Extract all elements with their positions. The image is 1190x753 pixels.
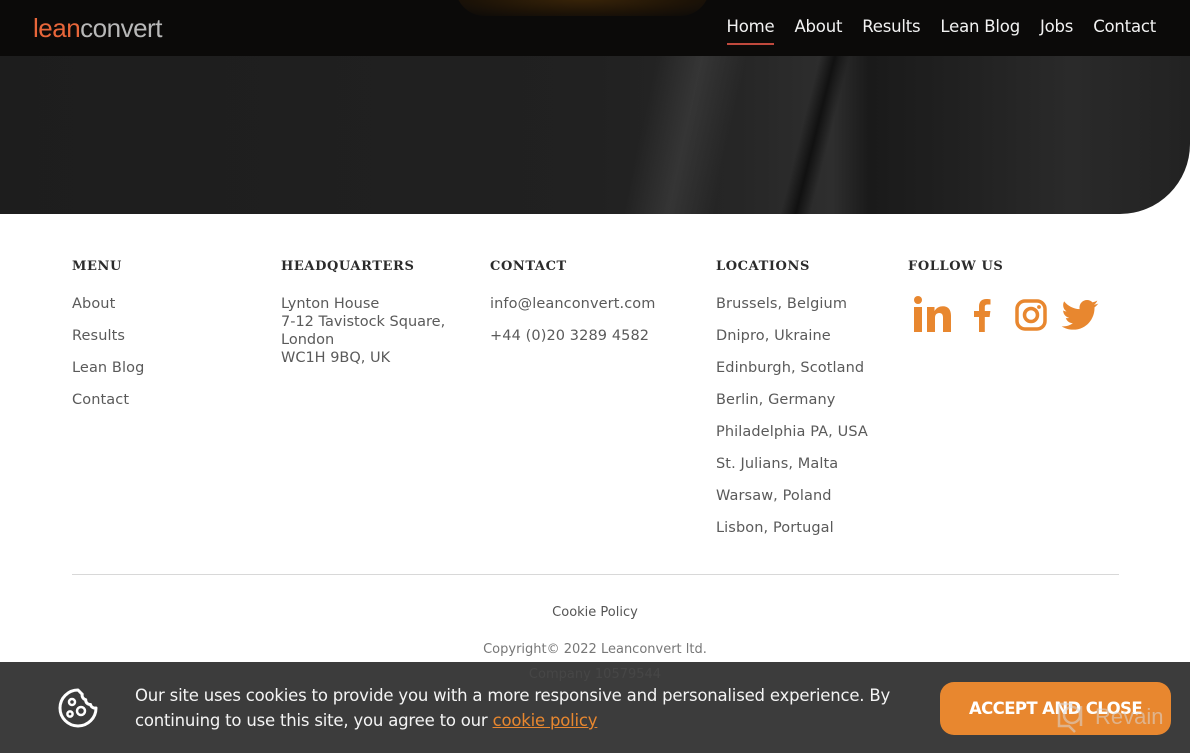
location-item: Warsaw, Poland xyxy=(716,488,832,504)
location-item: Berlin, Germany xyxy=(716,392,836,408)
hq-address-line: WC1H 9BQ, UK xyxy=(281,350,391,366)
copyright-text: Copyright© 2022 Leanconvert ltd. xyxy=(483,642,707,657)
nav-results[interactable]: Results xyxy=(862,17,920,45)
footer-divider xyxy=(72,574,1119,575)
footer-contact: CONTACT info@leanconvert.com +44 (0)20 3… xyxy=(490,258,655,359)
footer-link-about[interactable]: About xyxy=(72,295,144,313)
footer-headquarters: HEADQUARTERS Lynton House 7-12 Tavistock… xyxy=(281,258,445,367)
revain-watermark: Revain xyxy=(1055,700,1163,734)
instagram-icon xyxy=(1015,299,1047,331)
social-links xyxy=(908,295,1108,335)
hero-fabric-shadow xyxy=(775,56,855,214)
cookie-message: Our site uses cookies to provide you wit… xyxy=(135,683,895,733)
footer-link-results[interactable]: Results xyxy=(72,327,144,345)
logo-lean: lean xyxy=(33,13,81,43)
site-logo[interactable]: leanconvert xyxy=(33,13,162,44)
contact-email-link[interactable]: info@leanconvert.com xyxy=(490,295,655,313)
location-item: Philadelphia PA, USA xyxy=(716,424,868,440)
facebook-icon xyxy=(974,299,991,332)
location-item: Lisbon, Portugal xyxy=(716,520,834,536)
cookie-icon xyxy=(58,688,98,728)
nav-contact[interactable]: Contact xyxy=(1093,17,1156,45)
footer-follow-us: FOLLOW US xyxy=(908,258,1108,335)
nav-lean-blog[interactable]: Lean Blog xyxy=(940,17,1020,45)
cookie-policy-inline-link[interactable]: cookie policy xyxy=(493,711,598,730)
footer-menu: MENU About Results Lean Blog Contact xyxy=(72,258,144,423)
footer-contact-title: CONTACT xyxy=(490,259,567,274)
hero-image xyxy=(0,56,1190,214)
footer-hq-title: HEADQUARTERS xyxy=(281,259,415,274)
footer-locations: LOCATIONS Brussels, Belgium Dnipro, Ukra… xyxy=(716,258,868,551)
twitter-icon xyxy=(1061,300,1099,330)
hero-fabric-highlight xyxy=(618,56,752,214)
instagram-link[interactable] xyxy=(1008,295,1058,335)
header-glow-decoration xyxy=(455,0,710,16)
linkedin-link[interactable] xyxy=(908,295,958,335)
facebook-link[interactable] xyxy=(958,295,1008,335)
revain-watermark-label: Revain xyxy=(1095,704,1164,729)
company-number-text: Company 10579544 xyxy=(528,667,662,682)
contact-phone-link[interactable]: +44 (0)20 3289 4582 xyxy=(490,327,655,345)
footer-menu-title: MENU xyxy=(72,259,122,274)
footer-link-lean-blog[interactable]: Lean Blog xyxy=(72,359,144,377)
main-nav: Home About Results Lean Blog Jobs Contac… xyxy=(707,17,1156,45)
footer-cookie-policy-link[interactable]: Cookie Policy xyxy=(0,605,1190,620)
location-item: Edinburgh, Scotland xyxy=(716,360,865,376)
nav-jobs[interactable]: Jobs xyxy=(1040,17,1073,45)
revain-logo-icon xyxy=(1057,702,1083,733)
footer-follow-title: FOLLOW US xyxy=(908,259,1004,274)
location-item: Dnipro, Ukraine xyxy=(716,328,831,344)
nav-home[interactable]: Home xyxy=(726,17,775,45)
twitter-link[interactable] xyxy=(1058,295,1108,335)
logo-convert: convert xyxy=(80,13,162,43)
site-header: leanconvert Home About Results Lean Blog… xyxy=(0,0,1190,56)
location-item: Brussels, Belgium xyxy=(716,296,848,312)
hq-address-line: London xyxy=(281,332,335,348)
hq-address-line: Lynton House xyxy=(281,296,380,312)
nav-about[interactable]: About xyxy=(794,17,842,45)
location-item: St. Julians, Malta xyxy=(716,456,839,472)
linkedin-icon xyxy=(914,296,951,332)
footer-link-contact[interactable]: Contact xyxy=(72,391,144,409)
hq-address-line: 7-12 Tavistock Square, xyxy=(281,314,446,330)
footer-locations-title: LOCATIONS xyxy=(716,259,810,274)
